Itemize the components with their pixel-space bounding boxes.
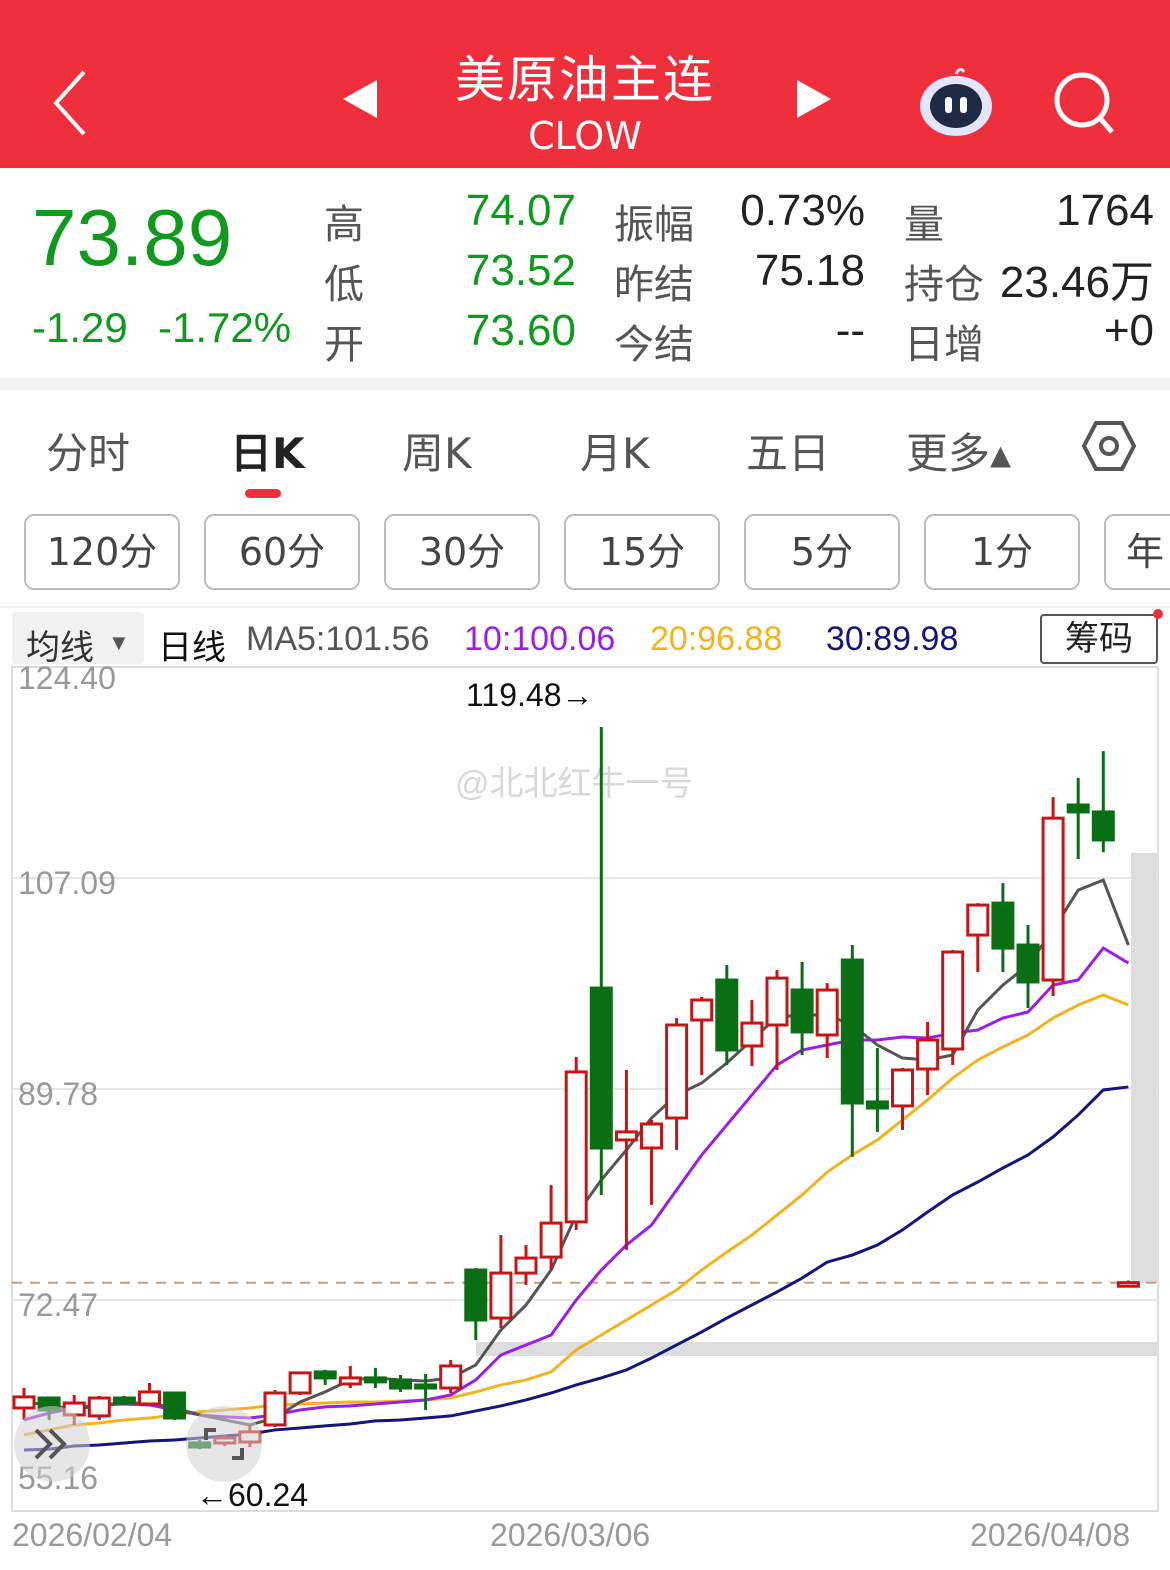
max-price-label: 119.48→ <box>466 677 594 713</box>
candle-up <box>87 1396 111 1418</box>
candle-up <box>665 1023 689 1120</box>
min-price-label: ←60.24 <box>196 1477 308 1513</box>
candle-down <box>589 986 613 1150</box>
candle-up <box>1041 816 1065 982</box>
x-tick-label: 2026/02/04 <box>12 1517 172 1553</box>
candle-down <box>1016 943 1040 984</box>
candle-up <box>514 1256 538 1275</box>
candle-up <box>765 976 789 1027</box>
candle-down <box>313 1370 337 1380</box>
fullscreen-icon <box>204 1428 244 1460</box>
candle-up <box>338 1376 362 1386</box>
candle-up <box>439 1364 463 1390</box>
candle-down <box>991 901 1015 950</box>
candle-down <box>389 1378 412 1390</box>
candle-up <box>966 903 990 937</box>
candle-up <box>1116 1281 1140 1288</box>
x-tick-label: 2026/03/06 <box>490 1517 650 1553</box>
candle-down <box>414 1383 438 1390</box>
kline-chart[interactable]: 124.40107.0989.7872.4755.16@北北红牛一号119.48… <box>0 0 1170 1570</box>
candle-down <box>840 958 864 1105</box>
candle-up <box>138 1390 161 1406</box>
candle-up <box>941 950 965 1051</box>
candle-up <box>614 1130 638 1142</box>
candle-down <box>163 1391 187 1420</box>
double-chevron-right-icon <box>34 1428 67 1460</box>
candle-down <box>112 1396 136 1405</box>
candle-down <box>715 978 739 1052</box>
candle-up <box>640 1122 663 1150</box>
candle-up <box>263 1391 287 1427</box>
candle-up <box>288 1371 312 1395</box>
candle-up <box>815 988 839 1037</box>
expand-sidebar-button[interactable] <box>14 1406 90 1482</box>
candle-down <box>464 1268 488 1322</box>
candle-down <box>1091 810 1115 842</box>
y-tick-label: 72.47 <box>18 1287 98 1323</box>
y-tick-label: 124.40 <box>18 660 116 696</box>
candle-up <box>690 998 714 1022</box>
candle-up <box>916 1038 940 1071</box>
y-tick-label: 89.78 <box>18 1076 98 1112</box>
y-tick-label: 107.09 <box>18 865 116 901</box>
candle-down <box>1066 803 1090 814</box>
x-tick-label: 2026/04/08 <box>970 1517 1130 1553</box>
fullscreen-button[interactable] <box>186 1406 262 1482</box>
candle-up <box>489 1271 513 1320</box>
candle-up <box>539 1221 563 1259</box>
candle-down <box>865 1100 889 1110</box>
candle-up <box>564 1070 588 1224</box>
candle-up <box>891 1068 914 1108</box>
watermark-text: @北北红牛一号 <box>455 765 694 803</box>
candle-up <box>740 1021 764 1048</box>
candle-down <box>363 1376 387 1384</box>
price-range-band <box>1131 853 1157 1283</box>
candle-down <box>790 988 814 1034</box>
